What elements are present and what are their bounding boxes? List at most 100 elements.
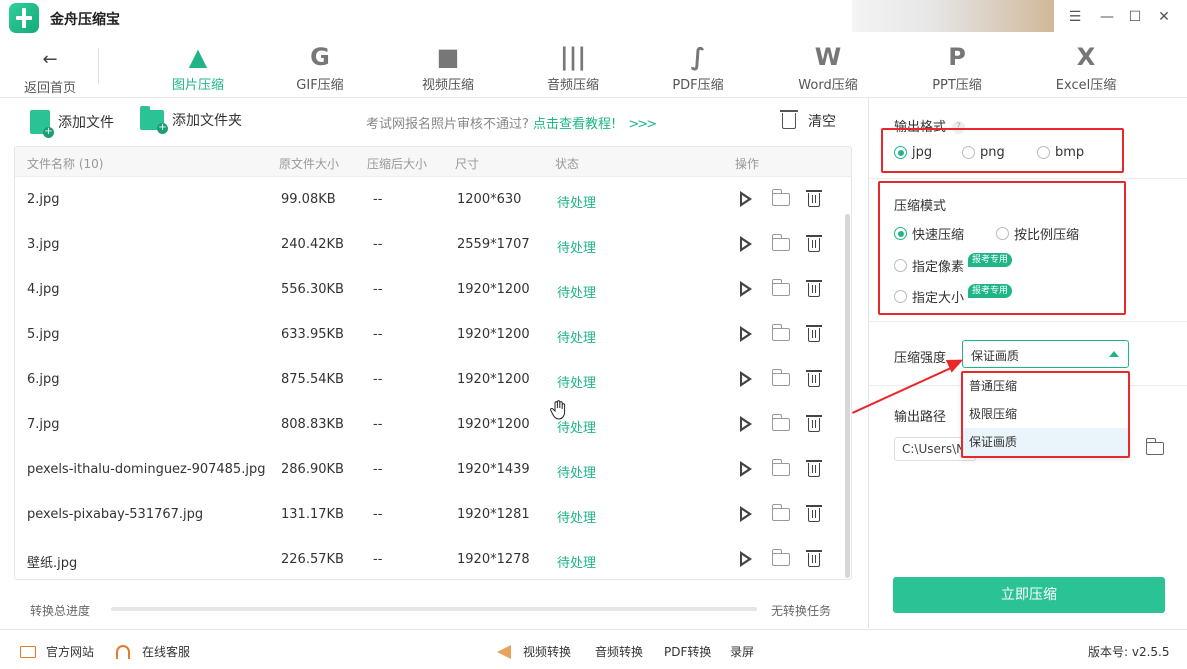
folder-icon[interactable] [771,279,790,296]
status: 待处理 [557,331,597,346]
col-name: 文件名称 (10) [27,157,104,171]
delete-icon[interactable] [805,235,822,252]
col-original-size: 原文件大小 [279,157,340,171]
compressed-size: -- [373,282,383,297]
delete-icon[interactable] [805,550,822,567]
folder-icon[interactable] [771,369,790,386]
tab-ppt-compress[interactable]: P PPT压缩 [909,40,1005,93]
strength-title: 压缩强度 [894,351,947,366]
table-row[interactable]: 5.jpg 633.95KB -- 1920*1200 待处理 [15,312,851,357]
app-logo-icon [9,3,39,33]
folder-icon[interactable] [771,459,790,476]
original-size: 99.08KB [281,192,336,207]
add-folder-button[interactable]: 添加文件夹 [140,106,242,134]
play-icon[interactable] [737,550,755,568]
delete-icon[interactable] [805,280,822,297]
compress-now-button[interactable]: 立即压缩 [893,577,1165,613]
tab-video-compress[interactable]: ■ 视频压缩 [400,40,496,93]
maximize-icon[interactable]: ☐ [1126,8,1144,26]
delete-icon[interactable] [805,325,822,342]
folder-icon[interactable] [771,504,790,521]
compressed-size: -- [373,507,383,522]
file-name: 4.jpg [27,282,60,297]
add-file-button[interactable]: 添加文件 [30,110,114,138]
tutorial-link[interactable]: 点击查看教程! [533,117,616,132]
audio-convert-link[interactable]: 音频转换 [595,643,643,660]
tab-label: GIF压缩 [296,78,344,93]
title-bar: 金舟压缩宝 ☰ — ☐ ✕ [0,0,1187,36]
strength-select[interactable]: 保证画质 [962,340,1129,368]
original-size: 556.30KB [281,282,344,297]
delete-icon[interactable] [805,190,822,207]
table-row[interactable]: pexels-pixabay-531767.jpg 131.17KB -- 1920*… [15,492,851,537]
pdf-convert-link[interactable]: PDF转换 [664,643,711,660]
table-row[interactable]: 壁纸.jpg 226.57KB -- 1920*1278 待处理 [15,537,851,579]
file-name: pexels-pixabay-531767.jpg [27,507,204,522]
play-icon[interactable] [737,190,755,208]
folder-icon[interactable] [771,324,790,341]
table-scrollbar[interactable] [845,214,850,578]
delete-icon[interactable] [805,370,822,387]
back-home-label: 返回首页 [23,81,76,96]
tab-word-compress[interactable]: W Word压缩 [780,40,876,93]
folder-icon[interactable] [771,234,790,251]
clear-button[interactable]: 清空 [780,110,836,131]
official-website-link[interactable]: 官方网站 [20,643,94,660]
video-convert-link[interactable]: 视频转换 [497,643,571,660]
annotation-box-mode [878,181,1126,315]
table-row[interactable]: 2.jpg 99.08KB -- 1200*630 待处理 [15,177,851,222]
nav-divider [98,48,99,84]
back-home-button[interactable]: ← 返回首页 [18,40,82,96]
add-file-label: 添加文件 [58,115,114,131]
hand-cursor-icon [550,400,566,420]
play-icon[interactable] [737,235,755,253]
file-name: 7.jpg [27,417,60,432]
tab-audio-compress[interactable]: ||| 音频压缩 [525,40,621,93]
monitor-icon [20,645,36,658]
gif-icon: G [310,43,330,71]
play-icon[interactable] [737,415,755,433]
file-name: 6.jpg [27,372,60,387]
col-dimensions: 尺寸 [455,157,480,171]
service-label: 在线客服 [142,645,191,659]
folder-icon[interactable] [771,189,790,206]
play-icon[interactable] [737,460,755,478]
dimensions: 1920*1200 [457,372,530,387]
version-label: 版本号: v2.5.5 [1088,645,1170,659]
original-size: 240.42KB [281,237,344,252]
tab-pdf-compress[interactable]: ∫ PDF压缩 [650,40,746,93]
table-row[interactable]: 7.jpg 808.83KB -- 1920*1200 待处理 [15,402,851,447]
word-icon: W [814,43,842,71]
screen-record-link[interactable]: 录屏 [730,643,754,660]
delete-icon[interactable] [805,505,822,522]
status: 待处理 [557,286,597,301]
dimensions: 1920*1200 [457,327,530,342]
table-row[interactable]: pexels-ithalu-dominguez-907485.jpg 286.90… [15,447,851,492]
play-icon[interactable] [737,325,755,343]
close-icon[interactable]: ✕ [1155,8,1173,26]
compressed-size: -- [373,192,383,207]
folder-icon[interactable] [771,549,790,566]
table-row[interactable]: 6.jpg 875.54KB -- 1920*1200 待处理 [15,357,851,402]
strength-value: 保证画质 [971,349,1020,363]
folder-icon[interactable] [771,414,790,431]
tab-excel-compress[interactable]: X Excel压缩 [1038,40,1134,93]
promo-banner[interactable] [852,0,1054,32]
audio-icon: ||| [559,43,587,71]
original-size: 808.83KB [281,417,344,432]
play-icon[interactable] [737,370,755,388]
table-row[interactable]: 4.jpg 556.30KB -- 1920*1200 待处理 [15,267,851,312]
play-icon[interactable] [737,280,755,298]
table-row[interactable]: 3.jpg 240.42KB -- 2559*1707 待处理 [15,222,851,267]
browse-folder-icon[interactable] [1145,438,1164,455]
tab-image-compress[interactable]: ▲ 图片压缩 [150,40,246,93]
minimize-icon[interactable]: — [1098,8,1116,26]
menu-icon[interactable]: ☰ [1066,8,1084,26]
delete-icon[interactable] [805,415,822,432]
tab-gif-compress[interactable]: G GIF压缩 [272,40,368,93]
play-icon[interactable] [737,505,755,523]
file-name: pexels-ithalu-dominguez-907485.jpg [27,462,266,477]
delete-icon[interactable] [805,460,822,477]
online-service-link[interactable]: 在线客服 [116,643,190,660]
tip-arrows[interactable]: >>> [628,117,657,132]
